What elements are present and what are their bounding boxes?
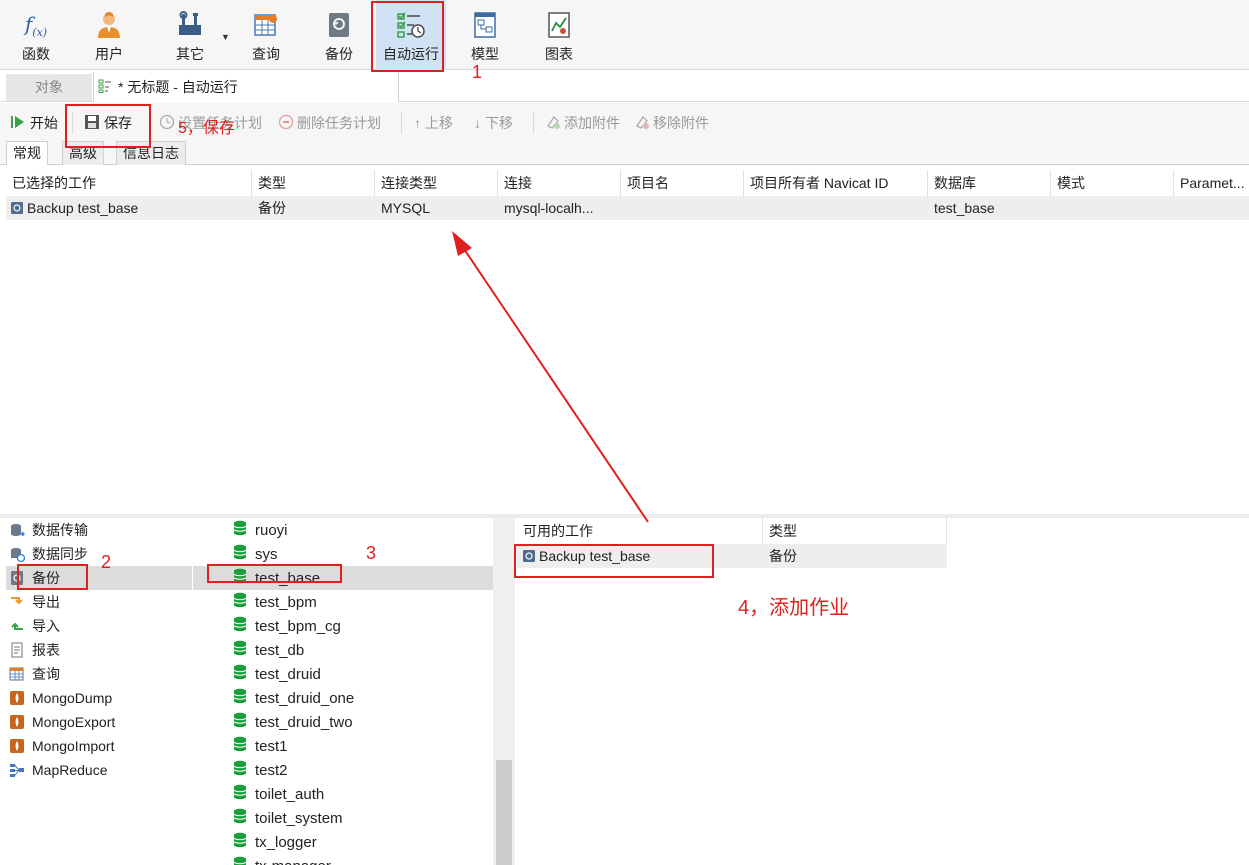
annotation-arrow [452,231,649,523]
